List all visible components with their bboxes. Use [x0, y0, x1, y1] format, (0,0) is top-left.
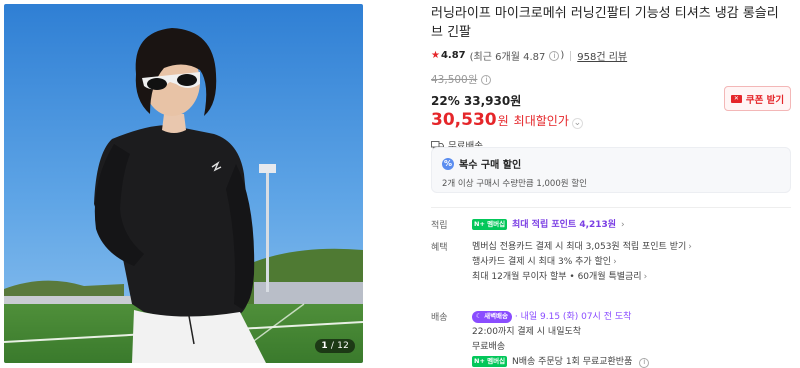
coupon-button[interactable]: ✕ 쿠폰 받기 [724, 86, 791, 111]
rating-detail: (최근 6개월 4.87 [469, 52, 546, 63]
final-price-row: 30,530 원 최대할인가 ⌄ [431, 110, 793, 130]
review-count-link[interactable]: 958건 리뷰 [577, 48, 627, 63]
rating-info-icon[interactable]: i [549, 50, 560, 61]
delivery-fee: 무료배송 [472, 342, 506, 352]
rating-row: ★ 4.87 (최근 6개월 4.87 i ) 958건 리뷰 [431, 48, 793, 63]
express-delivery-date: · 내일 9.15 (화) 07시 전 도착 [514, 312, 632, 322]
rating-detail-close: ) [560, 50, 565, 61]
free-return-text: N배송 주문당 1회 무료교환반품 [511, 357, 633, 367]
original-price-row: 43,500원 i [431, 72, 793, 87]
product-title: 러닝라이프 마이크로메쉬 러닝긴팔티 기능성 티셔츠 냉감 롱슬리브 긴팔 [431, 6, 779, 40]
points-text: 최대 적립 포인트 4,213원 [511, 220, 617, 230]
product-photo-image [4, 4, 363, 363]
final-price: 30,530 [431, 110, 497, 130]
chevron-right-icon: › [613, 257, 617, 267]
bundle-header: % 복수 구매 할인 [442, 156, 780, 171]
chevron-down-icon[interactable]: ⌄ [571, 117, 583, 129]
photo-counter-current: 1 [321, 341, 328, 351]
max-discount-label[interactable]: 최대할인가 [514, 112, 569, 129]
express-delivery-badge: ☾ 새벽배송 [472, 310, 513, 323]
price-info-icon[interactable]: i [481, 74, 492, 85]
product-photo[interactable]: 1 / 12 [4, 4, 363, 363]
product-info: 러닝라이프 마이크로메쉬 러닝긴팔티 기능성 티셔츠 냉감 롱슬리브 긴팔 ★ … [431, 4, 793, 368]
npay-membership-badge: N+ 멤버십 [472, 219, 508, 230]
section-divider [431, 207, 791, 208]
benefit-item[interactable]: 행사카드 결제 시 최대 3% 추가 할인 › [472, 255, 793, 270]
bundle-discount-box: % 복수 구매 할인 2개 이상 구매시 수량만큼 1,000원 할인 [431, 147, 791, 193]
chevron-right-icon: › [688, 242, 692, 252]
delivery-row: 배송 ☾ 새벽배송 · 내일 9.15 (화) 07시 전 도착 22:00까지… [431, 310, 793, 368]
express-delivery-line[interactable]: ☾ 새벽배송 · 내일 9.15 (화) 07시 전 도착 [472, 310, 793, 325]
percent-icon: % [442, 157, 454, 170]
delivery-cutoff: 22:00까지 결제 시 내일도착 [472, 327, 582, 337]
benefits-list: 멤버십 전용카드 결제 시 최대 3,053원 적립 포인트 받기 › 행사카드 … [472, 240, 793, 285]
points-row: 적립 N+ 멤버십 최대 적립 포인트 4,213원 › [431, 218, 793, 233]
chevron-right-icon: › [643, 272, 648, 282]
photo-counter-total: / 12 [330, 341, 349, 351]
benefit-item[interactable]: 최대 12개월 무이자 할부 • 60개월 특별금리 › [472, 270, 793, 285]
photo-counter: 1 / 12 [315, 339, 355, 353]
chevron-right-icon: › [620, 220, 625, 230]
benefits-label: 혜택 [431, 243, 448, 253]
benefit-item[interactable]: 멤버십 전용카드 결제 시 최대 3,053원 적립 포인트 받기 › [472, 240, 793, 255]
final-price-unit: 원 [497, 114, 509, 128]
free-return-line[interactable]: N+ 멤버십 N배송 주문당 1회 무료교환반품 i [472, 355, 793, 368]
delivery-label: 배송 [431, 313, 448, 323]
coupon-button-label: 쿠폰 받기 [745, 94, 785, 106]
rating-score: 4.87 [440, 50, 466, 61]
original-price: 43,500원 [431, 74, 478, 86]
coupon-icon: ✕ [730, 94, 742, 103]
divider [570, 50, 572, 61]
bundle-description: 2개 이상 구매시 수량만큼 1,000원 할인 [442, 179, 587, 189]
points-label: 적립 [431, 221, 448, 231]
discount-rate: 22% [431, 94, 460, 108]
bundle-title: 복수 구매 할인 [459, 160, 522, 171]
star-icon: ★ [431, 50, 440, 61]
npay-membership-badge: N+ 멤버십 [472, 356, 508, 367]
delivery-body: ☾ 새벽배송 · 내일 9.15 (화) 07시 전 도착 22:00까지 결제… [472, 310, 793, 368]
points-body[interactable]: N+ 멤버십 최대 적립 포인트 4,213원 › [472, 218, 793, 233]
free-return-info-icon[interactable]: i [639, 357, 650, 368]
benefits-row: 혜택 멤버십 전용카드 결제 시 최대 3,053원 적립 포인트 받기 › 행사… [431, 240, 793, 285]
sale-price: 33,930원 [463, 94, 522, 108]
